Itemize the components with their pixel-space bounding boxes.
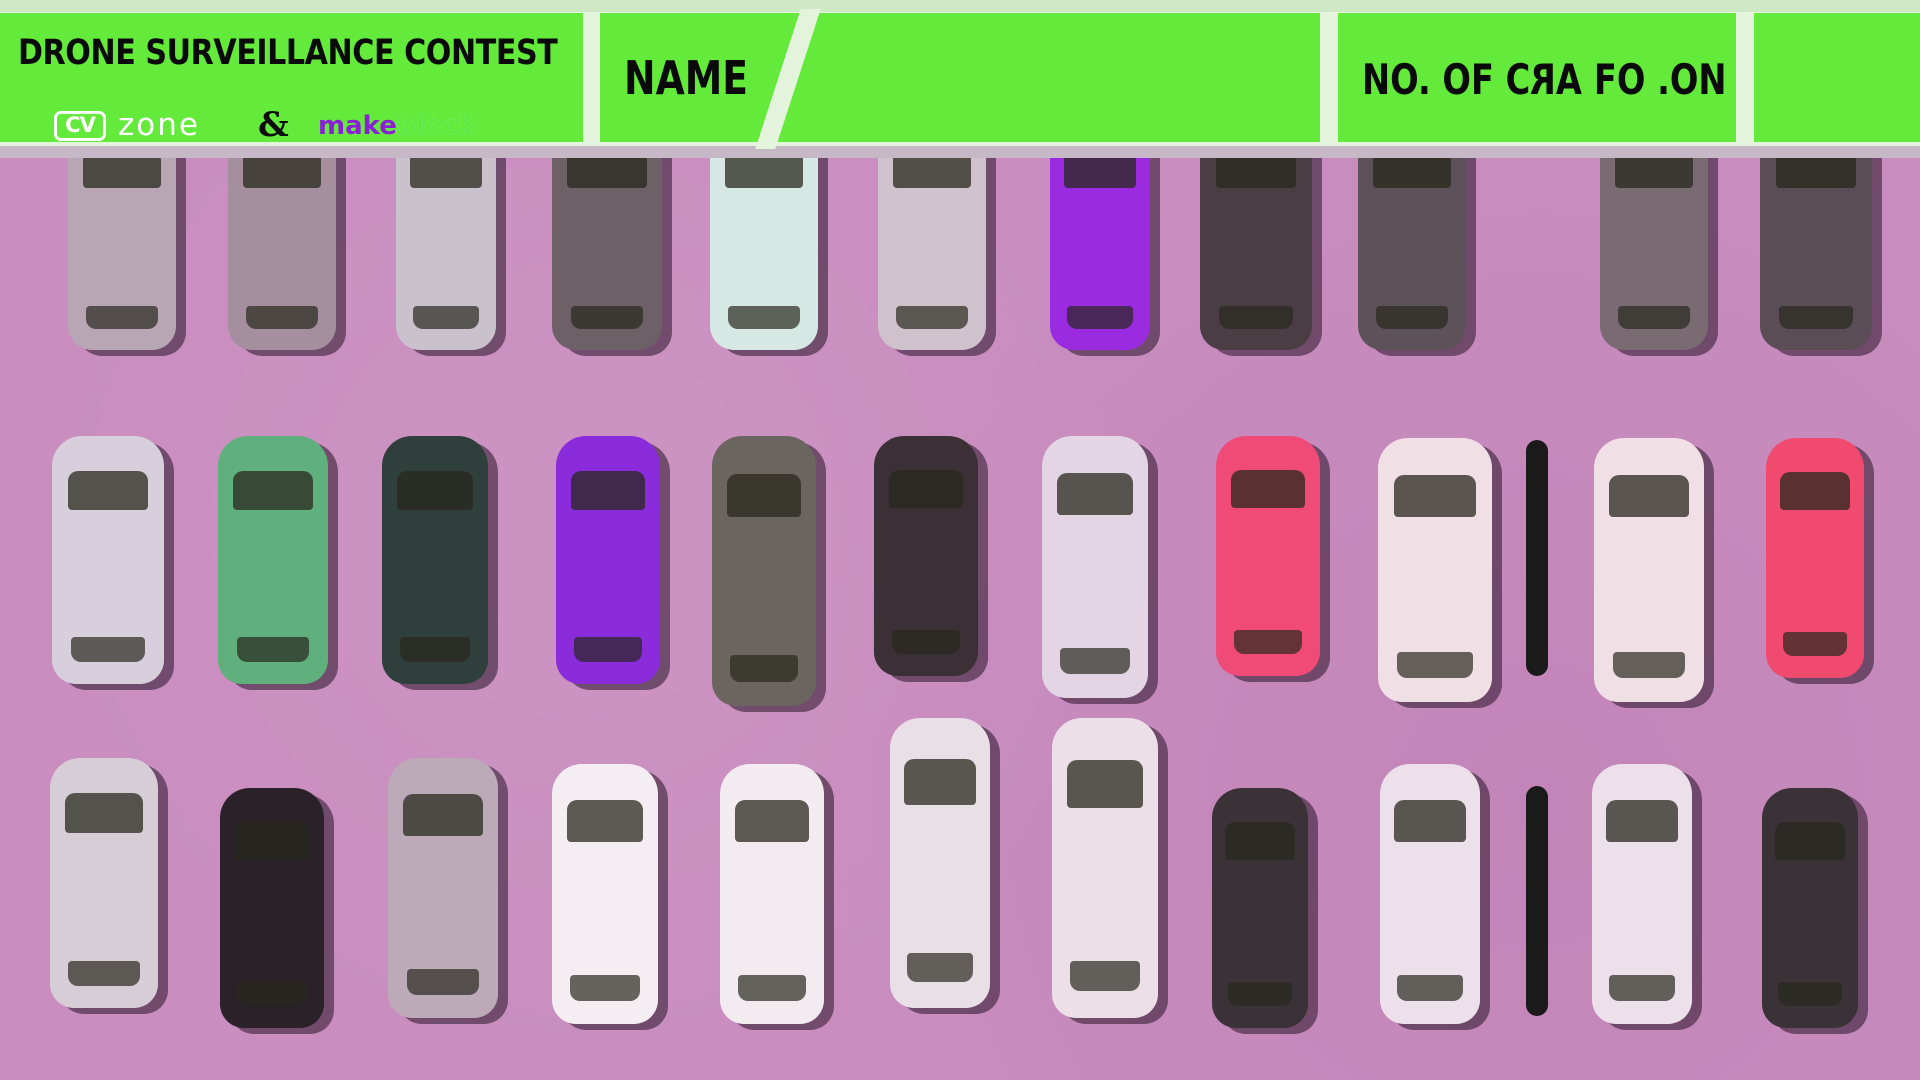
cvzone-logo-word: zone [118,107,200,143]
car [720,764,824,1024]
car [1212,788,1308,1028]
car [1592,764,1692,1024]
makeblock-logo: makeblock [318,111,475,141]
car [710,158,818,350]
name-panel: NAME [600,9,1320,149]
car [396,158,496,350]
car-count-label: NO. OF CAR FO .ON [1362,55,1727,104]
car [52,436,164,684]
car [1378,438,1492,702]
car [1052,718,1158,1018]
car [874,436,978,676]
car [68,158,176,350]
makeblock-logo-part1: make [318,111,397,141]
car [1216,436,1320,676]
car [1760,158,1872,350]
ampersand: & [258,105,289,145]
car [878,158,986,350]
car [1050,158,1150,350]
car [1766,438,1864,678]
car [382,436,488,684]
car [1358,158,1466,350]
contest-title-panel: DRONE SURVEILLANCE CONTEST CV zone & mak… [0,13,583,145]
car [228,158,336,350]
name-divider [755,9,821,149]
car [1600,158,1708,350]
light-pole-shadow [1526,440,1548,676]
car-count-label-suffix: FO .ON [1582,55,1727,104]
car-count-value-panel [1754,13,1920,142]
car [1762,788,1858,1028]
car [712,436,816,706]
car [1200,158,1312,350]
car [50,758,158,1008]
car-count-label-panel: NO. OF CAR FO .ON [1338,13,1736,142]
car [218,436,328,684]
car [1042,436,1148,698]
car [556,436,660,684]
name-label: NAME [624,51,749,105]
car-count-label-prefix: NO. OF C [1362,55,1531,104]
car [388,758,498,1018]
contest-title: DRONE SURVEILLANCE CONTEST [18,33,558,73]
light-pole-shadow [1526,786,1548,1016]
header-strip: DRONE SURVEILLANCE CONTEST CV zone & mak… [0,0,1920,158]
car [1380,764,1480,1024]
car [220,788,324,1028]
car [1594,438,1704,702]
car [552,764,658,1024]
makeblock-logo-part2: block [396,111,475,141]
cvzone-logo-badge: CV [54,111,106,141]
parking-lot-video-feed [0,158,1920,1080]
car-count-label-mirrored: AR [1530,55,1583,104]
car [552,158,662,350]
car [890,718,990,1008]
